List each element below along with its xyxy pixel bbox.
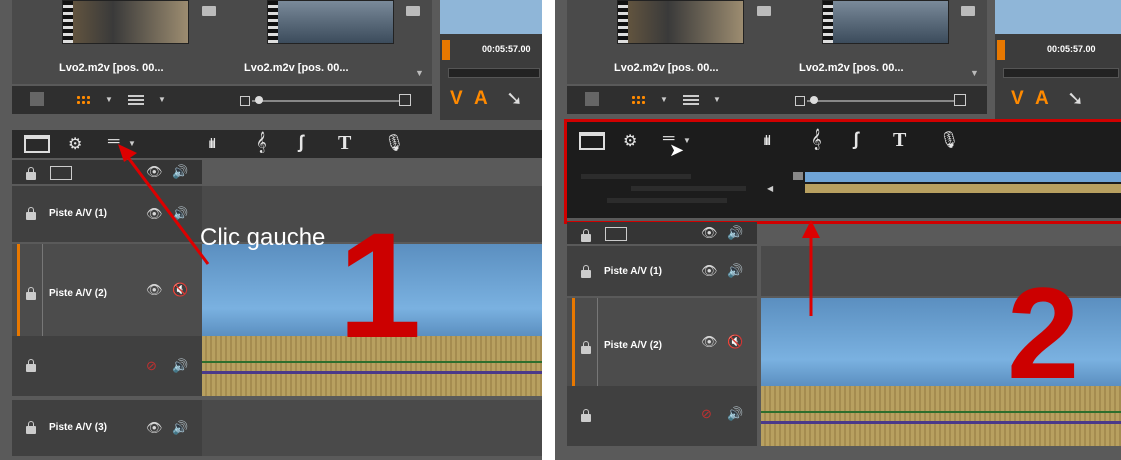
screenshot-left: Lvo2.m2v [pos. 00... Lvo2.m2v [pos. 00..… (0, 0, 542, 460)
screenshot-right: Lvo2.m2v [pos. 00... Lvo2.m2v [pos. 00..… (555, 0, 1121, 460)
annotation-label: Clic gauche (200, 224, 326, 251)
step-number: 1 (338, 201, 422, 369)
step-number: 2 (1007, 260, 1080, 406)
